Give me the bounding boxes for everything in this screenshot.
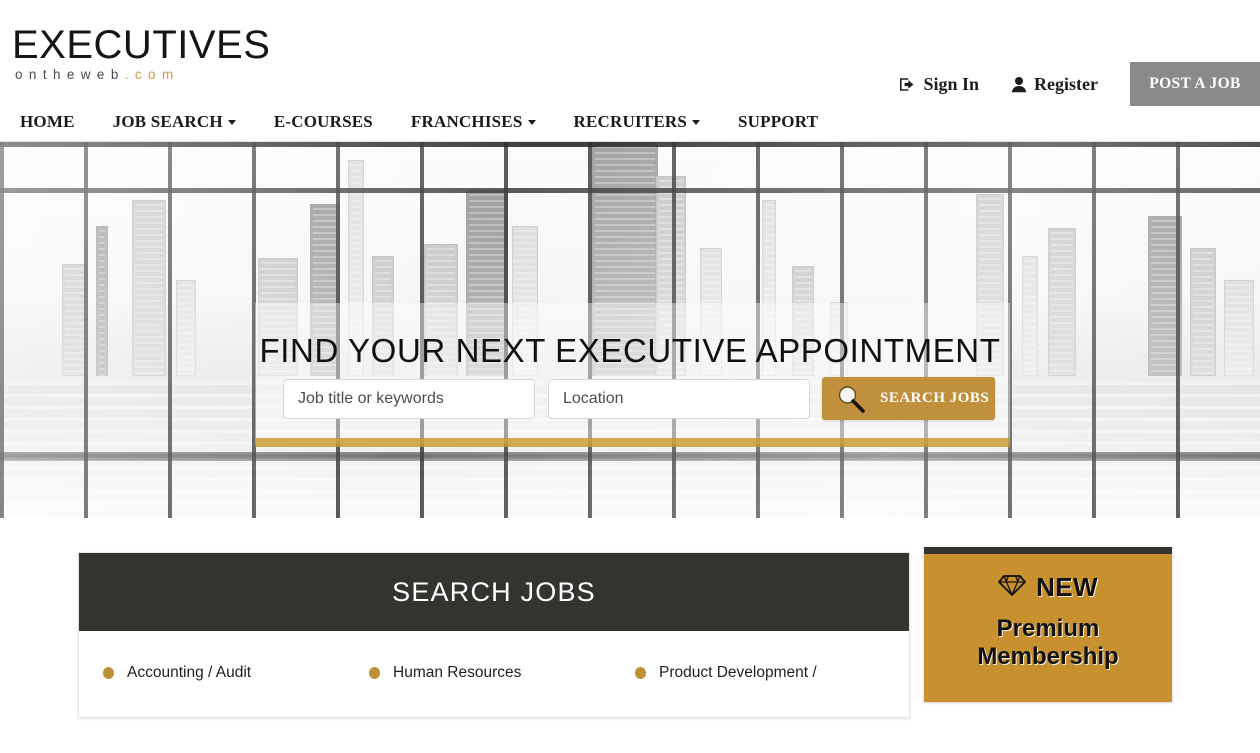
- nav-label-job-search: JOB SEARCH: [112, 112, 223, 131]
- premium-new-badge: NEW: [924, 572, 1172, 603]
- hero-search-form: SEARCH JOBS: [283, 377, 995, 420]
- nav-item-recruiters[interactable]: RECRUITERS: [574, 112, 700, 132]
- search-jobs-panel-body: Accounting / Audit Human Resources Produ…: [79, 631, 909, 717]
- search-jobs-panel-header: SEARCH JOBS: [79, 553, 909, 631]
- search-jobs-panel: SEARCH JOBS Accounting / Audit Human Res…: [78, 552, 910, 718]
- post-a-job-button[interactable]: POST A JOB: [1130, 62, 1260, 106]
- nav-item-home[interactable]: HOME: [20, 112, 75, 132]
- main-navigation: HOME JOB SEARCH E-COURSES FRANCHISES REC…: [0, 104, 856, 140]
- job-category-link[interactable]: Product Development /: [635, 664, 901, 682]
- magnifier-icon: [836, 384, 866, 414]
- chevron-down-icon: [227, 119, 236, 125]
- job-category-link[interactable]: Human Resources: [369, 664, 635, 682]
- nav-item-e-courses[interactable]: E-COURSES: [274, 112, 373, 132]
- bullet-icon: [369, 667, 380, 679]
- job-category-label: Human Resources: [393, 664, 522, 681]
- register-link[interactable]: Register: [1011, 74, 1098, 95]
- nav-label-recruiters: RECRUITERS: [573, 112, 687, 131]
- hero-panel-overlay: [255, 303, 1010, 444]
- job-category-label: Product Development /: [659, 664, 817, 681]
- hero-title: FIND YOUR NEXT EXECUTIVE APPOINTMENT: [259, 332, 1001, 369]
- hero-banner: FIND YOUR NEXT EXECUTIVE APPOINTMENT SEA…: [0, 142, 1260, 518]
- nav-label-support: SUPPORT: [738, 112, 819, 131]
- bullet-icon: [635, 667, 646, 679]
- nav-item-support[interactable]: SUPPORT: [738, 112, 818, 132]
- nav-item-franchises[interactable]: FRANCHISES: [411, 112, 536, 132]
- user-icon: [1011, 76, 1027, 93]
- logo-dotcom: .com: [124, 67, 180, 82]
- hero-window-top-frame: [0, 142, 1260, 147]
- nav-label-e-courses: E-COURSES: [273, 112, 373, 131]
- sign-in-icon: [899, 76, 916, 93]
- nav-label-home: HOME: [20, 112, 75, 131]
- sign-in-label: Sign In: [923, 73, 980, 94]
- search-jobs-label: SEARCH JOBS: [880, 390, 990, 406]
- nav-label-franchises: FRANCHISES: [410, 112, 523, 131]
- job-keyword-input[interactable]: [283, 378, 535, 419]
- premium-membership-title: Premium Membership: [977, 615, 1119, 671]
- logo-tagline-text: ontheweb: [15, 67, 125, 82]
- job-category-label: Accounting / Audit: [127, 664, 252, 681]
- gem-icon: [998, 573, 1026, 602]
- job-category-grid: Accounting / Audit Human Resources Produ…: [103, 664, 885, 682]
- search-jobs-heading: SEARCH JOBS: [392, 576, 596, 607]
- main-content: SEARCH JOBS Accounting / Audit Human Res…: [0, 518, 1260, 753]
- register-label: Register: [1034, 73, 1098, 94]
- bullet-icon: [103, 667, 114, 679]
- chevron-down-icon: [527, 119, 536, 125]
- header-utility-links: Sign In Register POST A JOB: [899, 62, 1260, 106]
- location-input[interactable]: [548, 378, 810, 419]
- site-logo[interactable]: EXECUTIVES ontheweb.com: [12, 23, 271, 82]
- search-jobs-button[interactable]: SEARCH JOBS: [822, 377, 995, 420]
- logo-tagline: ontheweb.com: [15, 68, 270, 82]
- premium-new-label: NEW: [1036, 572, 1098, 602]
- sign-in-link[interactable]: Sign In: [899, 74, 979, 95]
- site-header: EXECUTIVES ontheweb.com Sign In Register…: [0, 0, 1260, 142]
- hero-window-transom: [0, 188, 1260, 193]
- chevron-down-icon: [692, 119, 700, 125]
- logo-wordmark: EXECUTIVES: [12, 23, 271, 67]
- nav-item-job-search[interactable]: JOB SEARCH: [113, 112, 236, 132]
- job-category-link[interactable]: Accounting / Audit: [103, 664, 369, 682]
- premium-membership-card[interactable]: NEW Premium Membership: [924, 547, 1172, 702]
- hero-gold-accent-bar: [255, 438, 1010, 447]
